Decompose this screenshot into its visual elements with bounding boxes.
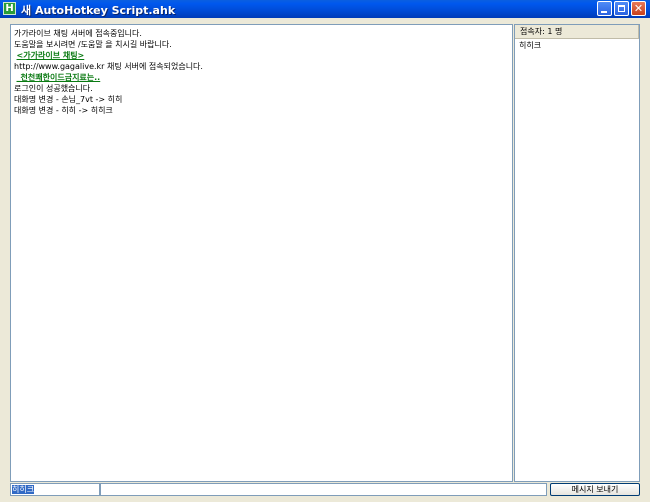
user-list-item[interactable]: 히히크 (519, 40, 541, 51)
user-list: 히히크 (519, 40, 541, 51)
close-button[interactable]: ✕ (631, 1, 646, 16)
minimize-button[interactable] (597, 1, 612, 16)
nickname-field[interactable]: 히히크 (10, 483, 100, 496)
user-count-header[interactable]: 접속자: 1 명 (515, 25, 639, 39)
chat-lines: 가가라이브 채팅 서버에 접속중입니다. 도움말을 보시려면 /도움말 을 치시… (14, 28, 203, 116)
chat-line: _천천쾌한이드금지료는.. (14, 72, 203, 83)
send-message-button[interactable]: 메시지 보내기 (550, 483, 640, 496)
chat-line: 도움말을 보시려면 /도움말 을 치시길 바랍니다. (14, 40, 172, 49)
window-title: 새 AutoHotkey Script.ahk (21, 4, 176, 17)
app-window: H 새 AutoHotkey Script.ahk ✕ 가가라이브 채팅 서버에… (0, 0, 650, 502)
chat-line: 로그인이 성공했습니다. (14, 84, 93, 93)
close-icon: ✕ (633, 2, 644, 15)
user-list-panel[interactable]: 접속자: 1 명 히히크 (514, 24, 640, 482)
chat-line: http://www.gagalive.kr 채팅 서버에 접속되었습니다. (14, 62, 203, 71)
chat-line: <가가라이브 채팅> (14, 50, 203, 61)
nickname-value: 히히크 (12, 485, 35, 494)
title-bar[interactable]: H 새 AutoHotkey Script.ahk ✕ (0, 0, 650, 18)
chat-line: 대화명 변경 - 손님_7vt -> 히히 (14, 95, 123, 104)
chat-log[interactable]: 가가라이브 채팅 서버에 접속중입니다. 도움말을 보시려면 /도움말 을 치시… (10, 24, 513, 482)
minimize-icon (601, 11, 607, 13)
chat-line: 가가라이브 채팅 서버에 접속중입니다. (14, 29, 142, 38)
maximize-icon (618, 5, 625, 12)
maximize-button[interactable] (614, 1, 629, 16)
input-bar: 히히크 메시지 보내기 (10, 483, 640, 496)
chat-link[interactable]: <가가라이브 채팅> (17, 51, 85, 60)
message-input[interactable] (100, 483, 547, 496)
chat-link[interactable]: _천천쾌한이드금지료는.. (17, 73, 101, 82)
autohotkey-app-icon: H (3, 2, 16, 15)
chat-line: 대화명 변경 - 히히 -> 히히크 (14, 106, 113, 115)
